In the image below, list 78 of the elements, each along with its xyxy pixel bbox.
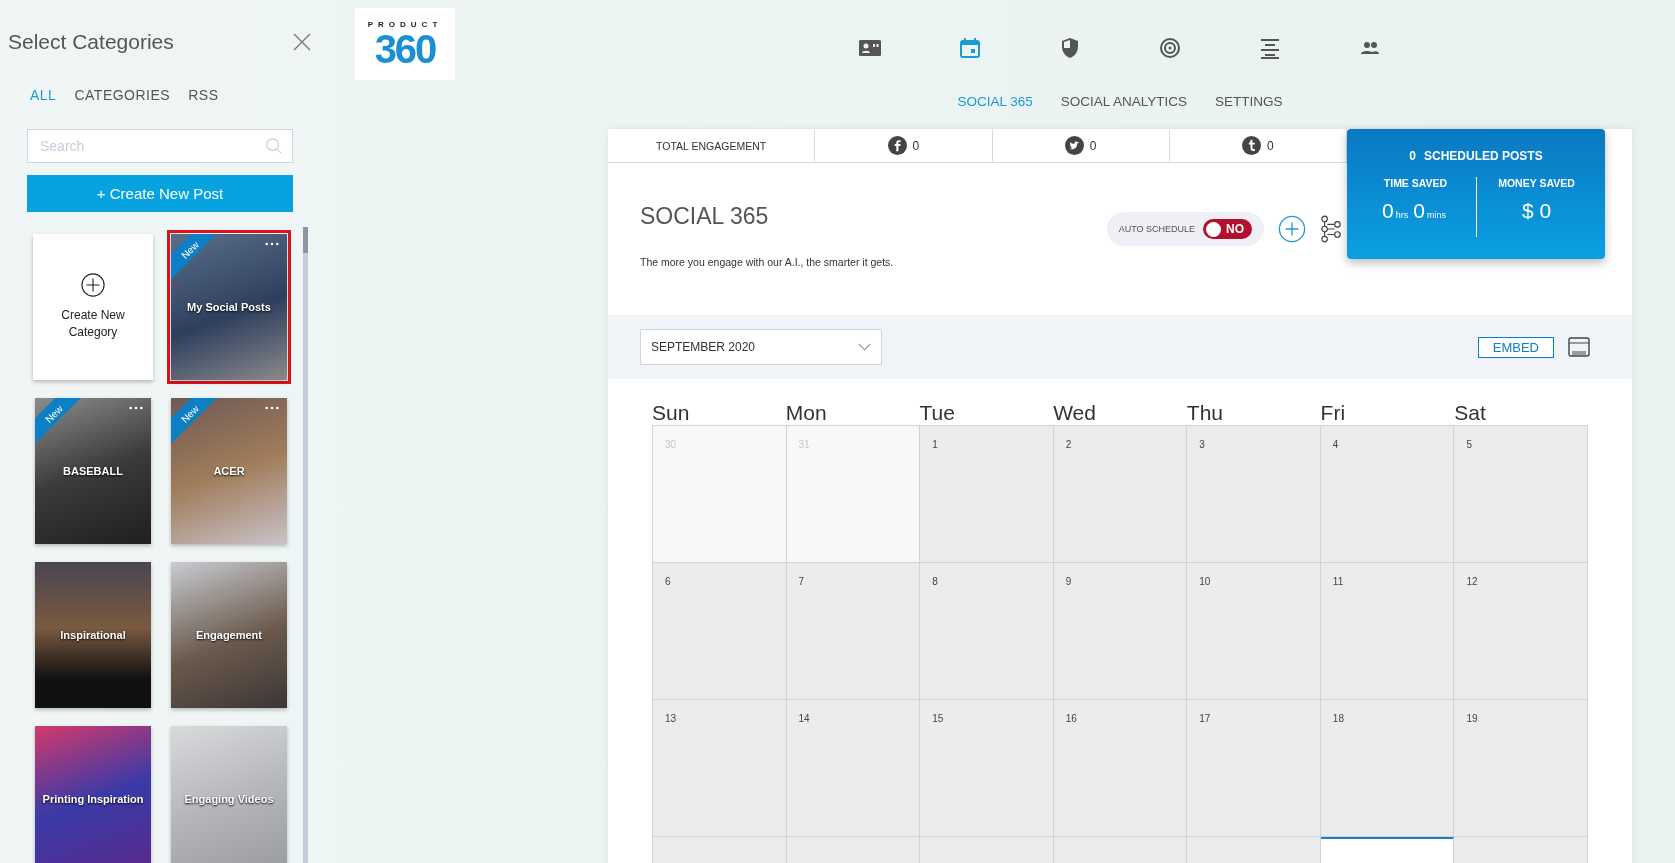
day-cell[interactable]: 11 [1320,563,1455,700]
weekday-label: Mon [785,401,828,425]
day-cell[interactable]: 10 [1187,563,1321,700]
card-label: Printing Inspiration [41,793,145,805]
scheduled-label: SCHEDULED POSTS [1424,149,1543,163]
scrollbar[interactable] [303,227,308,863]
card-label: Engagement [195,629,263,641]
day-cell[interactable]: 18 [1320,700,1455,837]
browser-window-icon[interactable] [1568,336,1590,358]
hours-value: 0 [1382,199,1394,223]
lines-icon[interactable] [1258,36,1282,60]
calendar-icon[interactable] [958,36,982,60]
time-saved-label: TIME SAVED [1383,177,1448,189]
minutes-unit: mins [1426,210,1446,220]
day-cell[interactable]: 15 [920,700,1054,837]
plus-circle-icon [81,273,105,298]
add-icon[interactable] [1278,215,1306,243]
card-label: Engaging Videos [183,793,275,805]
close-icon[interactable] [292,32,312,52]
more-icon[interactable] [265,242,279,246]
month-select[interactable]: SEPTEMBER 2020 [640,329,882,365]
weekday-label: Sat [1454,401,1487,425]
nav-tab[interactable]: SETTINGS [1214,94,1283,109]
day-cell[interactable]: 13 [653,700,787,837]
minutes-value: 0 [1413,199,1425,223]
stat-value: 0 [1089,138,1097,153]
nav-tab[interactable]: SOCIAL ANALYTICS [1060,94,1187,109]
logo: PRODUCT 360 [355,8,455,80]
card-label: ACER [212,465,246,477]
twitter-icon [1064,136,1084,155]
day-cell[interactable]: 3 [1187,426,1321,563]
filter-tab[interactable]: CATEGORIES [70,87,175,103]
tumblr-icon [1242,136,1261,155]
weekday-label: Sun [652,401,691,425]
page-title: SOCIAL 365 [640,203,770,230]
create-category-card[interactable]: Create New Category [33,234,153,380]
scheduled-count: 0 [1409,149,1416,163]
money-value: $ 0 [1521,199,1552,223]
day-cell[interactable]: 19 [1454,700,1588,837]
chevron-down-icon [858,343,871,351]
category-card[interactable]: New My Social Posts [167,230,291,384]
day-cell[interactable]: 5 [1454,426,1588,563]
embed-button[interactable]: EMBED [1477,336,1554,358]
card-label: Inspirational [59,629,127,641]
more-icon[interactable] [265,406,279,410]
sidebar-title: Select Categories [8,30,174,54]
auto-schedule-label: AUTO SCHEDULE [1118,224,1195,234]
card-label: BASEBALL [62,465,124,477]
facebook-icon [887,136,907,155]
stat-label: TOTAL ENGAGEMENT [656,139,767,152]
hours-unit: hrs [1395,210,1409,220]
weekday-label: Wed [1053,401,1097,425]
money-saved-label: MONEY SAVED [1498,177,1575,189]
stat-value: 0 [1267,138,1274,153]
page-subtitle: The more you engage with our A.I., the smarter it gets. [640,256,894,268]
filter-tab[interactable]: RSS [184,87,223,103]
day-cell[interactable]: 16 [1053,700,1188,837]
more-icon[interactable] [129,406,143,410]
nodes-icon[interactable] [1320,215,1342,243]
target-icon[interactable] [1158,36,1182,60]
weekday-label: Fri [1320,401,1347,425]
day-cell[interactable]: 8 [920,563,1054,700]
card-label: My Social Posts [186,301,272,313]
day-cell[interactable]: 4 [1320,426,1455,563]
day-cell[interactable]: 7 [786,563,921,700]
day-cell[interactable]: 6 [653,563,787,700]
day-cell[interactable]: 1 [920,426,1054,563]
stat-value: 0 [912,138,920,153]
day-cell[interactable]: 9 [1053,563,1188,700]
day-cell[interactable]: 12 [1454,563,1588,700]
day-cell[interactable]: 17 [1187,700,1321,837]
card-label: Create New Category [60,307,126,341]
weekday-label: Tue [919,401,956,425]
auto-schedule-toggle[interactable]: NO [1203,219,1252,239]
day-cell[interactable]: 2 [1053,426,1188,563]
day-cell[interactable]: 14 [786,700,921,837]
weekday-label: Thu [1186,401,1225,425]
search-icon [265,137,283,155]
